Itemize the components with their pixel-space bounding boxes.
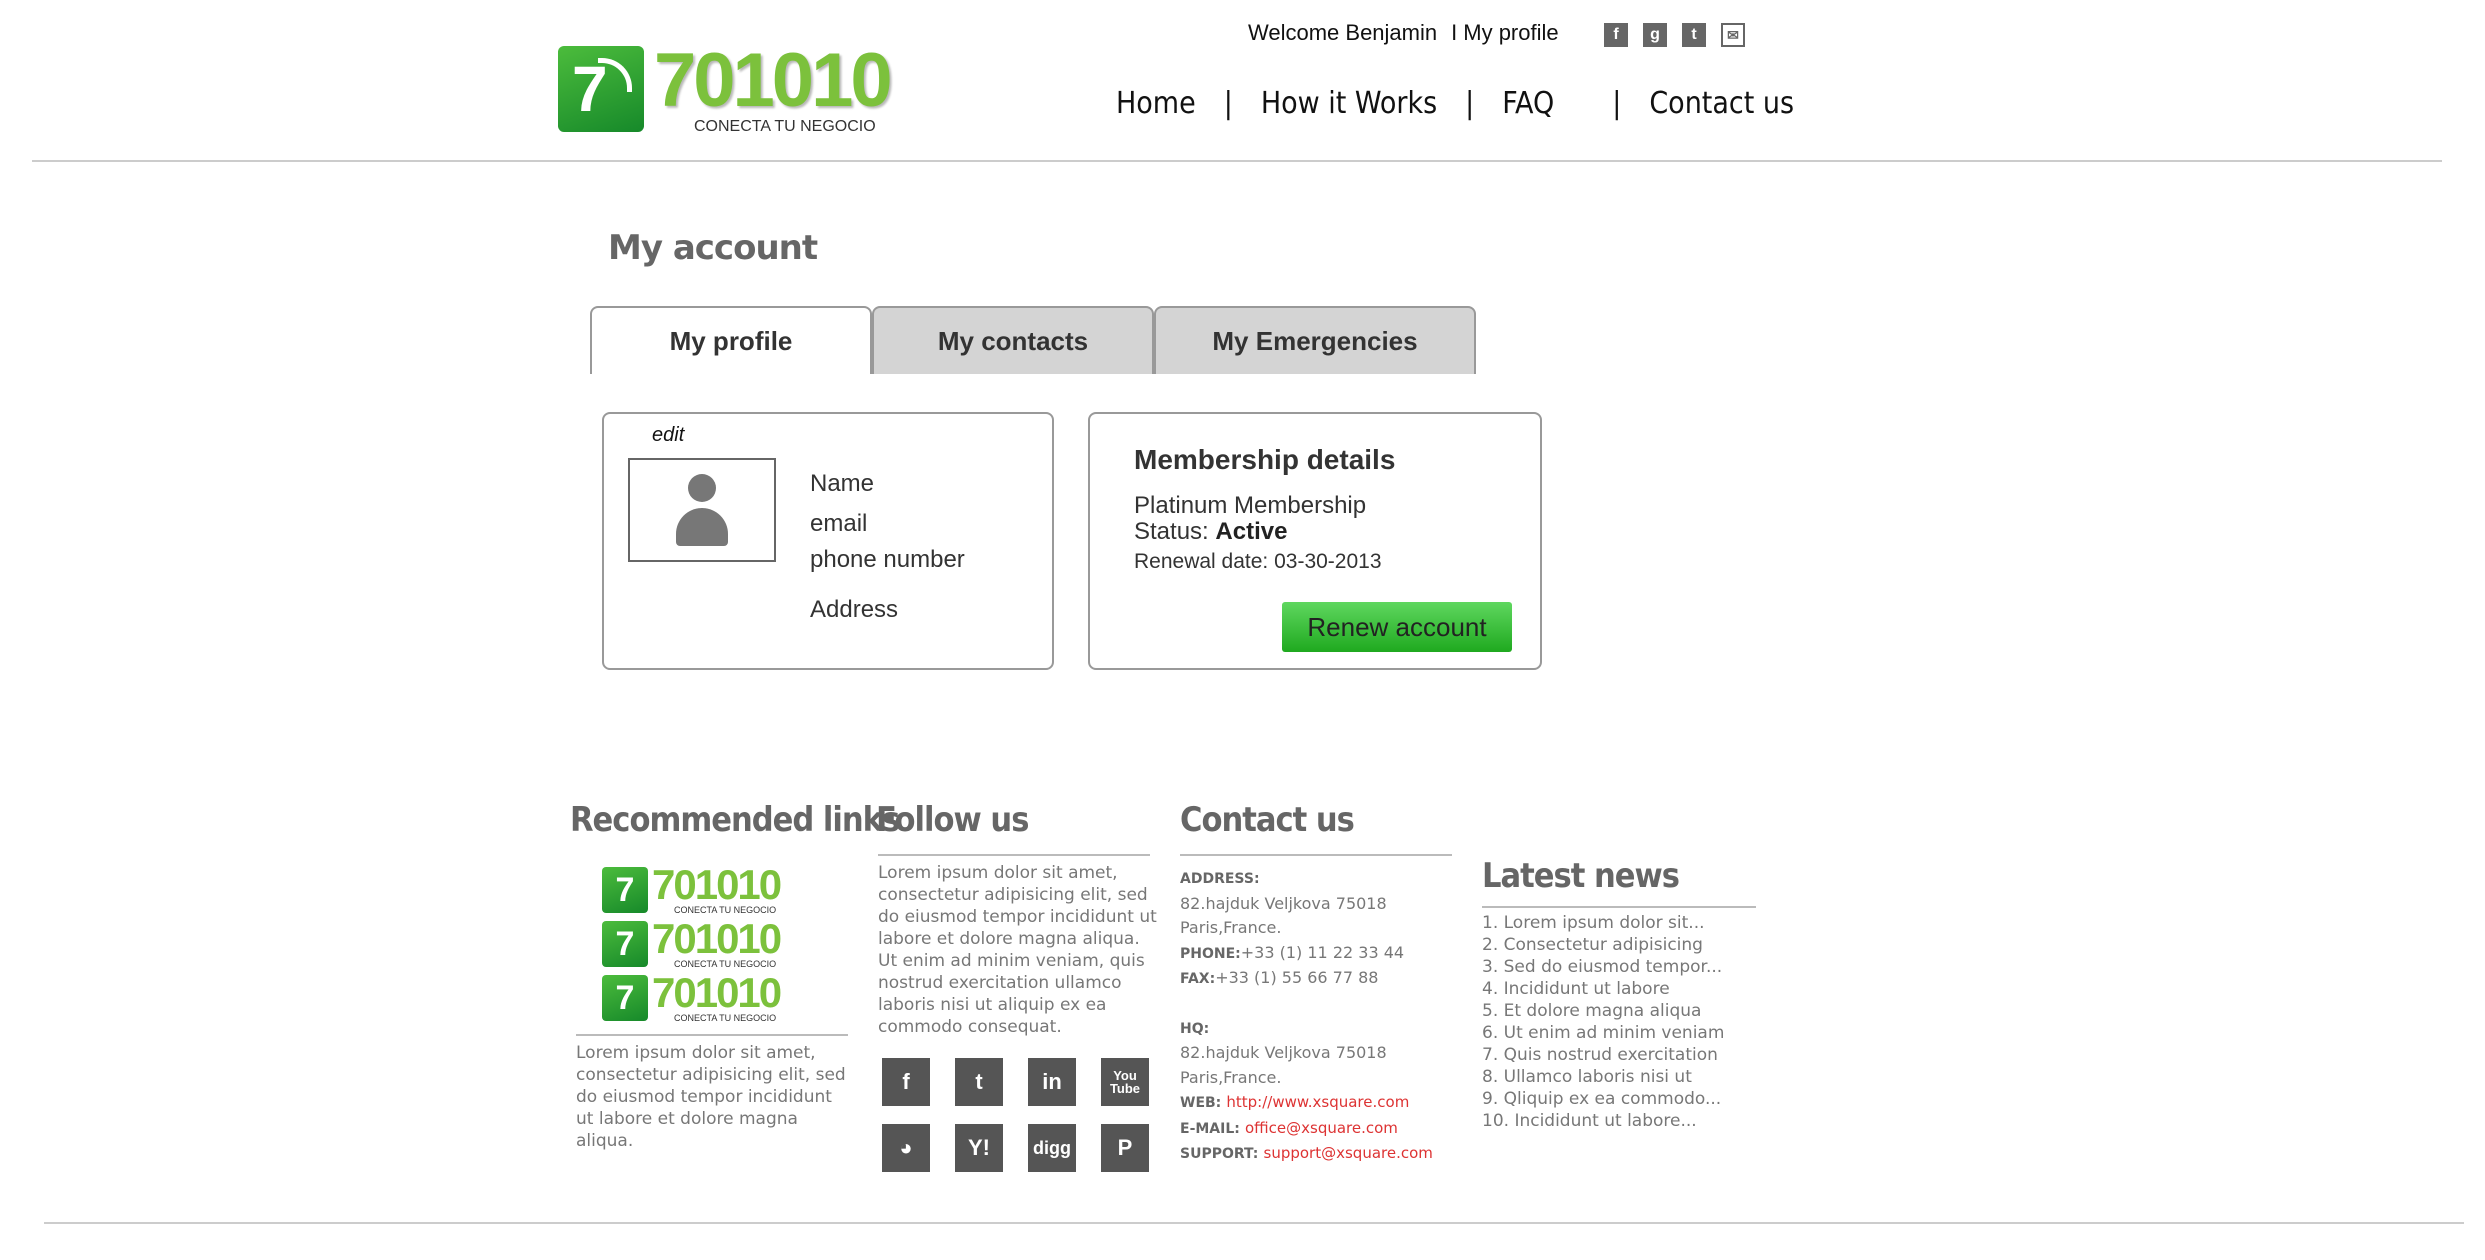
news-item[interactable]: 9. Qliquip ex ea commodo...: [1482, 1088, 1724, 1110]
latest-news-title: Latest news: [1482, 856, 1680, 896]
avatar[interactable]: [628, 458, 776, 562]
news-item[interactable]: 4. Incididunt ut labore: [1482, 978, 1724, 1000]
membership-title: Membership details: [1134, 444, 1396, 475]
profile-email: email: [810, 510, 868, 537]
support-label: SUPPORT:: [1180, 1146, 1259, 1162]
digg-icon[interactable]: digg: [1028, 1124, 1076, 1172]
news-item[interactable]: 1. Lorem ipsum dolor sit...: [1482, 912, 1724, 934]
user-welcome: Welcome Benjamin I My profile: [1248, 20, 1559, 46]
tab-my-contacts[interactable]: My contacts: [872, 306, 1154, 374]
profile-name: Name: [810, 470, 875, 497]
membership-plan: Platinum Membership: [1134, 492, 1367, 519]
edit-profile-link[interactable]: edit: [652, 424, 684, 447]
recommended-link-logo[interactable]: 7 701010 CONECTA TU NEGOCIO: [602, 918, 788, 969]
address-line2: Paris,France.: [1180, 918, 1282, 937]
fax-label: FAX:: [1180, 971, 1216, 987]
status-label: Status:: [1134, 518, 1209, 545]
logo-number: 701010: [654, 38, 893, 123]
rss-icon[interactable]: ◕: [882, 1124, 930, 1172]
logo-badge-icon: 7: [602, 921, 648, 967]
nav-how-it-works[interactable]: How it Works: [1261, 86, 1437, 121]
renewal-date: Renewal date: 03-30-2013: [1134, 550, 1382, 573]
main-nav: Home | How it Works | FAQ | Contact us: [1116, 86, 1794, 121]
recommended-link-logo[interactable]: 7 701010 CONECTA TU NEGOCIO: [602, 864, 788, 915]
email-label: E-MAIL:: [1180, 1120, 1240, 1137]
news-item[interactable]: 2. Consectetur adipisicing: [1482, 934, 1724, 956]
user-icon: [688, 474, 716, 502]
tab-my-emergencies[interactable]: My Emergencies: [1154, 306, 1476, 374]
facebook-icon[interactable]: f: [882, 1058, 930, 1106]
news-item[interactable]: 10. Incididunt ut labore...: [1482, 1110, 1724, 1132]
my-profile-link[interactable]: My profile: [1463, 20, 1558, 45]
linkedin-icon[interactable]: in: [1028, 1058, 1076, 1106]
news-item[interactable]: 3. Sed do eiusmod tempor...: [1482, 956, 1724, 978]
news-item[interactable]: 6. Ut enim ad minim veniam: [1482, 1022, 1724, 1044]
page-title: My account: [608, 228, 818, 268]
tab-my-profile[interactable]: My profile: [590, 306, 872, 374]
google-plus-icon[interactable]: g: [1643, 23, 1667, 47]
address-line1: 82.hajduk Veljkova 75018: [1180, 893, 1387, 913]
web-link[interactable]: http://www.xsquare.com: [1226, 1093, 1409, 1111]
nav-contact-us[interactable]: Contact us: [1649, 86, 1794, 121]
mail-icon[interactable]: ✉: [1721, 23, 1745, 47]
nav-divider: |: [1223, 86, 1233, 121]
address-label: ADDRESS:: [1180, 871, 1260, 887]
profile-phone: phone number: [810, 546, 965, 573]
news-list: 1. Lorem ipsum dolor sit... 2. Consectet…: [1482, 912, 1724, 1132]
twitter-icon[interactable]: t: [955, 1058, 1003, 1106]
status-value: Active: [1215, 518, 1288, 545]
nav-faq[interactable]: FAQ: [1502, 86, 1554, 121]
logo-badge-icon: 7: [558, 46, 644, 132]
header-social-links: f g t ✉: [1604, 23, 1745, 47]
recommended-text: Lorem ipsum dolor sit amet, consectetur …: [576, 1043, 846, 1151]
logo-badge-icon: 7: [602, 975, 648, 1021]
nav-home[interactable]: Home: [1116, 86, 1196, 121]
pinterest-icon[interactable]: P: [1101, 1124, 1149, 1172]
welcome-separator: I: [1451, 20, 1458, 45]
hq-line1: 82.hajduk Veljkova 75018: [1180, 1043, 1387, 1062]
news-item[interactable]: 8. Ullamco laboris nisi ut: [1482, 1066, 1724, 1088]
recommended-links-title: Recommended links: [570, 800, 900, 840]
recommended-divider: [576, 1034, 848, 1036]
news-divider: [1482, 906, 1756, 908]
profile-address: Address: [810, 596, 899, 623]
news-item[interactable]: 7. Quis nostrud exercitation: [1482, 1044, 1724, 1066]
footer-divider: [44, 1222, 2464, 1224]
contact-info: ADDRESS: 82.hajduk Veljkova 75018 Paris,…: [1180, 866, 1470, 1167]
logo-badge-icon: 7: [602, 867, 648, 913]
nav-divider: |: [1612, 86, 1622, 121]
footer-contact-title: Contact us: [1180, 800, 1355, 840]
profile-card: edit Name email phone number Address: [602, 412, 1054, 670]
renew-account-button[interactable]: Renew account: [1282, 602, 1512, 652]
fax-value: +33 (1) 55 66 77 88: [1215, 968, 1379, 987]
membership-status: Status: Active: [1134, 518, 1287, 546]
contact-divider: [1180, 854, 1452, 856]
header-divider: [32, 160, 2442, 162]
phone-value: +33 (1) 11 22 33 44: [1240, 942, 1405, 962]
site-logo[interactable]: 7 701010 CONECTA TU NEGOCIO: [558, 38, 898, 136]
footer-social-grid: f t in You Tube ◕ Y! digg P: [882, 1058, 1149, 1172]
nav-divider: |: [1465, 86, 1475, 121]
phone-label: PHONE:: [1180, 945, 1241, 962]
follow-us-title: Follow us: [876, 800, 1029, 840]
welcome-text: Welcome Benjamin: [1248, 20, 1438, 45]
web-label: WEB:: [1180, 1095, 1222, 1111]
follow-divider: [878, 854, 1150, 856]
recommended-link-logo[interactable]: 7 701010 CONECTA TU NEGOCIO: [602, 972, 788, 1023]
twitter-icon[interactable]: t: [1682, 23, 1706, 47]
facebook-icon[interactable]: f: [1604, 23, 1628, 47]
hq-line2: Paris,France.: [1180, 1067, 1282, 1087]
yahoo-icon[interactable]: Y!: [955, 1124, 1003, 1172]
news-item[interactable]: 5. Et dolore magna aliqua: [1482, 1000, 1724, 1022]
membership-card: Membership details Platinum Membership S…: [1088, 412, 1542, 670]
logo-tagline: CONECTA TU NEGOCIO: [694, 118, 876, 135]
account-tabs: My profile My contacts My Emergencies: [590, 306, 1476, 374]
youtube-icon[interactable]: You Tube: [1101, 1058, 1149, 1106]
hq-label: HQ:: [1180, 1020, 1210, 1037]
follow-text: Lorem ipsum dolor sit amet, consectetur …: [878, 863, 1157, 1037]
email-link[interactable]: office@xsquare.com: [1245, 1119, 1398, 1137]
support-link[interactable]: support@xsquare.com: [1264, 1144, 1433, 1162]
